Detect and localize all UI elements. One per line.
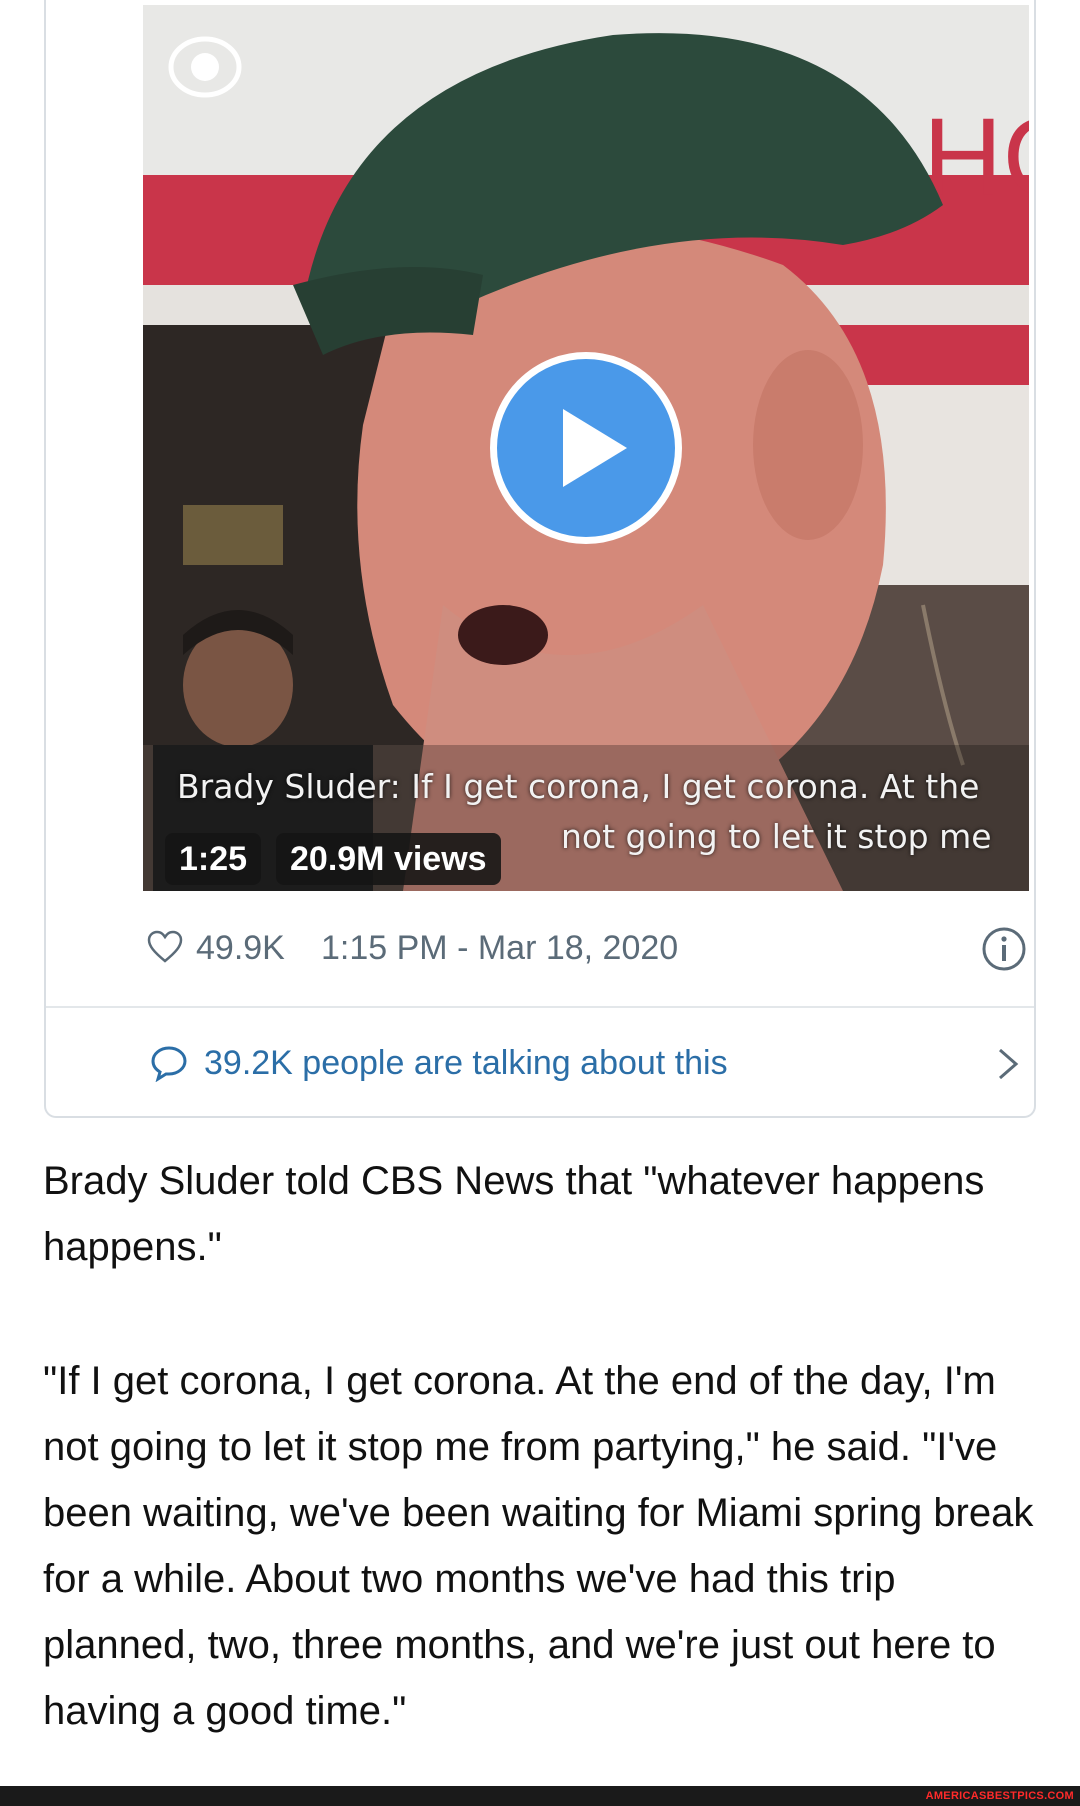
- caption-line-2: not going to let it stop me: [561, 817, 992, 856]
- conversation-link[interactable]: 39.2K people are talking about this: [106, 1038, 1019, 1088]
- video-duration-badge: 1:25: [165, 833, 262, 885]
- cbs-eye-logo-icon: [168, 36, 242, 98]
- tweet-meta-row: 49.9K 1:15 PM - Mar 18, 2020: [146, 927, 1036, 971]
- article-paragraph-2: "If I get corona, I get corona. At the e…: [43, 1359, 1034, 1733]
- site-watermark[interactable]: AMERICASBESTPICS.COM: [926, 1790, 1074, 1802]
- card-divider: [46, 1006, 1034, 1008]
- tweet-timestamp[interactable]: 1:15 PM - Mar 18, 2020: [321, 928, 678, 968]
- info-icon[interactable]: [981, 926, 1027, 972]
- caption-line-1: Brady Sluder: If I get corona, I get cor…: [177, 767, 980, 806]
- play-icon: [563, 409, 627, 487]
- video-player[interactable]: HC Brady Sluder: If I get: [143, 5, 1029, 891]
- heart-icon[interactable]: [146, 928, 184, 966]
- tweet-card: HC Brady Sluder: If I get: [44, 0, 1036, 1118]
- talking-count-text: 39.2K people are talking about this: [204, 1044, 728, 1082]
- video-caption: Brady Sluder: If I get corona, I get cor…: [177, 763, 997, 856]
- chevron-right-icon: [999, 1048, 1019, 1080]
- video-views-badge: 20.9M views: [276, 833, 501, 885]
- article-paragraph-1: Brady Sluder told CBS News that "whateve…: [43, 1159, 985, 1269]
- like-count: 49.9K: [196, 929, 285, 967]
- play-button[interactable]: [490, 352, 682, 544]
- speech-bubble-icon: [151, 1046, 187, 1082]
- footer-bar: [0, 1786, 1080, 1806]
